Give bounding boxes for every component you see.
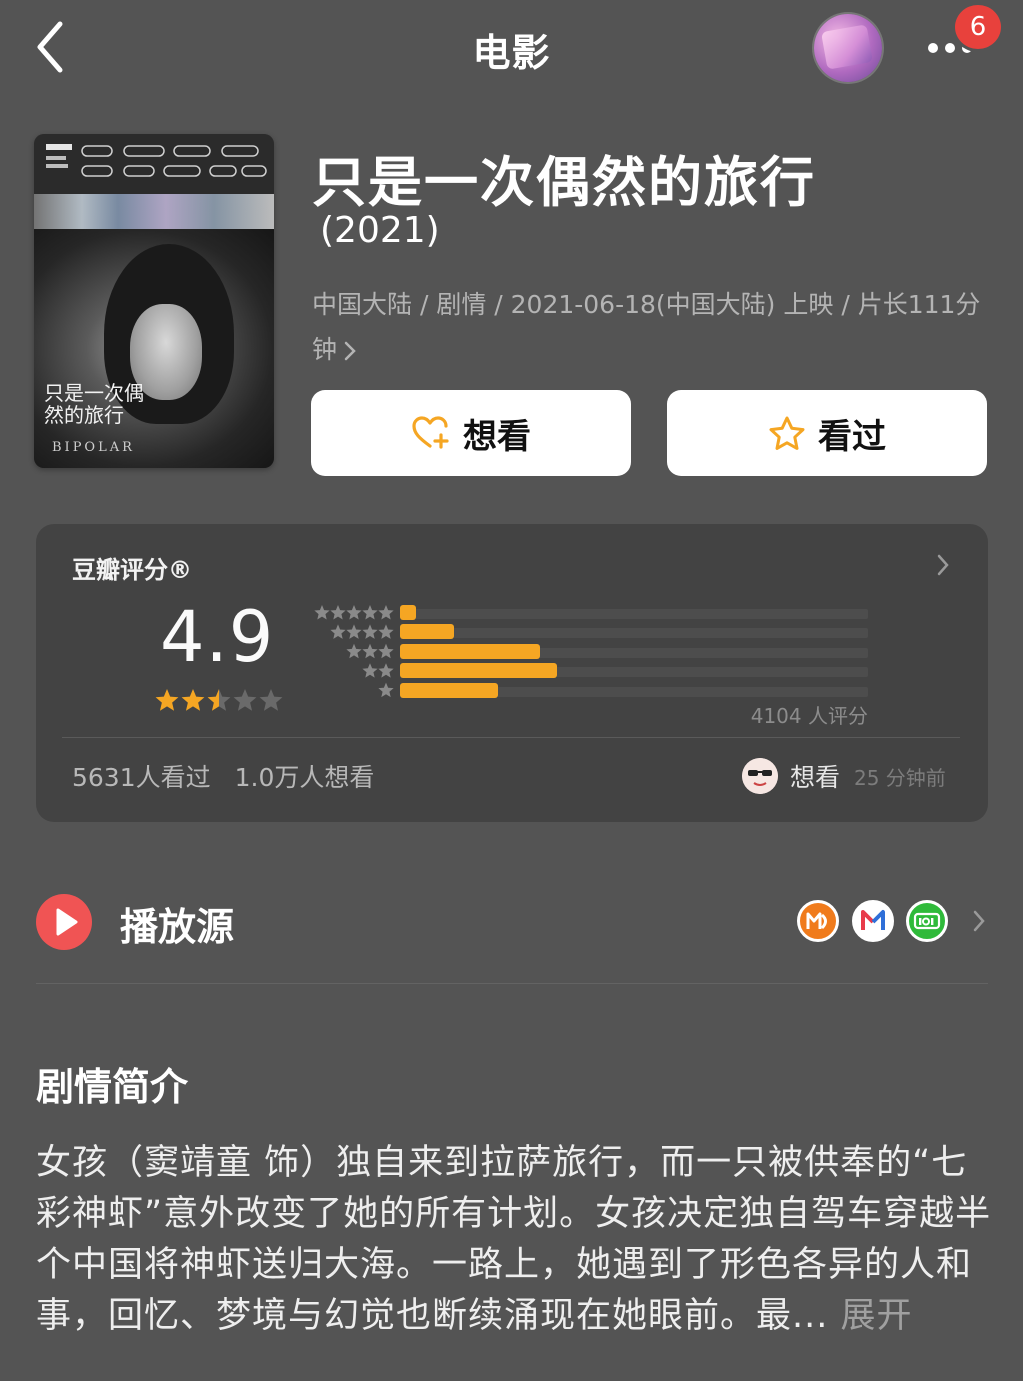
- rating-bar-fill: [400, 624, 454, 640]
- rating-bar-row: [400, 623, 868, 642]
- rating-bar-fill: [400, 663, 557, 679]
- distribution-star: [378, 605, 394, 620]
- want-to-watch-label: 想看: [463, 416, 531, 457]
- expand-link[interactable]: 展开: [841, 1296, 913, 1336]
- score-star: [207, 689, 231, 711]
- movie-year: (2021): [320, 210, 440, 251]
- play-icon[interactable]: [36, 894, 92, 950]
- score-star: [233, 689, 257, 711]
- score-stars: [155, 689, 283, 711]
- distribution-star: [346, 605, 362, 620]
- rating-bar-track: [400, 628, 868, 639]
- movie-poster[interactable]: 只是一次偶然的旅行 BIPOLAR: [34, 134, 274, 468]
- chevron-right-icon[interactable]: [934, 552, 952, 578]
- want-to-watch-button[interactable]: 想看: [311, 390, 631, 476]
- heart-plus-icon: [412, 416, 449, 449]
- watched-button[interactable]: 看过: [667, 390, 987, 476]
- play-sources-label: 播放源: [120, 905, 235, 949]
- chevron-right-icon: [344, 341, 356, 361]
- mango-tv-icon[interactable]: [797, 900, 839, 942]
- rating-bar-track: [400, 609, 868, 619]
- avatar-image: [821, 24, 873, 70]
- migu-video-icon[interactable]: [852, 900, 894, 942]
- distribution-star: [346, 624, 362, 639]
- friend-activity-time: 25 分钟前: [854, 766, 946, 790]
- rating-distribution-bars: [400, 604, 868, 701]
- user-avatar[interactable]: [814, 14, 882, 82]
- score-star: [155, 689, 179, 711]
- poster-glitch-band: [34, 194, 274, 232]
- distribution-star: [378, 643, 394, 659]
- movie-title: 只是一次偶然的旅行: [312, 151, 816, 214]
- synopsis-title: 剧情简介: [36, 1065, 189, 1109]
- rating-bar-fill: [400, 682, 499, 698]
- rating-bar-row: [400, 643, 868, 662]
- score-star: [181, 689, 205, 711]
- watch-counts[interactable]: 5631人看过 1.0万人想看: [72, 758, 374, 794]
- star-outline-icon: [769, 416, 805, 450]
- distribution-star: [362, 624, 378, 639]
- friend-activity-status: 想看: [790, 763, 841, 792]
- rating-distribution-stars: [314, 605, 394, 698]
- watched-label: 看过: [818, 416, 886, 457]
- distribution-star: [362, 605, 378, 620]
- want-count: 1.0万人想看: [234, 763, 375, 792]
- iqiyi-icon[interactable]: [906, 900, 948, 942]
- distribution-star: [330, 605, 346, 620]
- rating-bar-row: [400, 604, 868, 623]
- synopsis-body: 女孩（窦靖童 饰）独自来到拉萨旅行，而一只被供奉的“七彩神虾”意外改变了她的所有…: [36, 1138, 996, 1342]
- rating-bar-fill: [400, 643, 541, 659]
- rating-count: 4104 人评分: [750, 704, 868, 728]
- distribution-star: [362, 643, 378, 659]
- chevron-right-icon[interactable]: [970, 908, 988, 934]
- poster-subtitle-text: BIPOLAR: [52, 440, 135, 455]
- friend-avatar[interactable]: [742, 758, 778, 794]
- divider: [62, 737, 960, 738]
- rating-bar-row: [400, 682, 868, 701]
- distribution-star: [346, 643, 362, 659]
- distribution-star: [378, 624, 394, 639]
- rating-bar-fill: [400, 605, 417, 620]
- rating-label: 豆瓣评分®: [72, 556, 192, 584]
- poster-title-text: 只是一次偶然的旅行: [44, 381, 144, 427]
- distribution-star: [314, 605, 330, 620]
- distribution-star: [362, 663, 378, 678]
- distribution-star: [330, 624, 346, 639]
- score-star: [259, 689, 283, 711]
- poster-laurels: [34, 134, 274, 194]
- rating-bar-row: [400, 662, 868, 681]
- movie-meta[interactable]: 中国大陆 / 剧情 / 2021-06-18(中国大陆) 上映 / 片长111分…: [312, 282, 992, 372]
- distribution-star: [378, 663, 394, 678]
- divider: [36, 983, 988, 984]
- movie-meta-text: 中国大陆 / 剧情 / 2021-06-18(中国大陆) 上映 / 片长111分…: [312, 290, 981, 364]
- distribution-star: [378, 682, 394, 698]
- seen-count: 5631人看过: [72, 763, 211, 792]
- notification-badge: 6: [952, 2, 1004, 52]
- rating-score: 4.9: [160, 596, 275, 678]
